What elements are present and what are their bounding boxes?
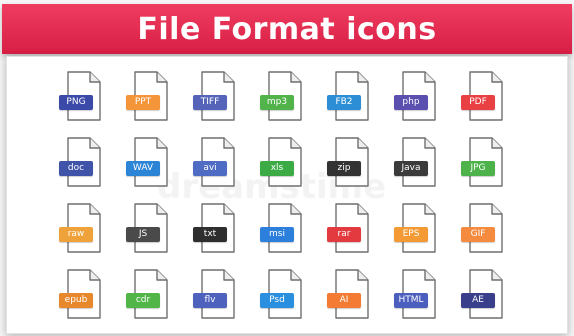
file-extension-label: WAV — [126, 161, 160, 176]
file-icon-jpg: JPG — [461, 137, 511, 189]
file-extension-label: msi — [260, 227, 294, 242]
file-icon-java: Java — [394, 137, 444, 189]
file-extension-label: AE — [461, 293, 495, 308]
file-extension-label: HTML — [394, 293, 428, 308]
file-icon-psd: Psd — [260, 269, 310, 321]
file-extension-label: zip — [327, 161, 361, 176]
file-extension-label: JS — [126, 227, 160, 242]
file-icon-tiff: TIFF — [193, 71, 243, 123]
file-extension-label: JPG — [461, 161, 495, 176]
icons-panel: dreamstime PNG PPT TIFF mp3 FB2 php PDF doc WAV a… — [6, 56, 568, 334]
title-banner: File Format icons — [2, 4, 572, 54]
file-extension-label: php — [394, 95, 428, 110]
file-icon-gif: GIF — [461, 203, 511, 255]
file-extension-label: doc — [59, 161, 93, 176]
file-icon-js: JS — [126, 203, 176, 255]
file-extension-label: FB2 — [327, 95, 361, 110]
file-icon-eps: EPS — [394, 203, 444, 255]
file-icon-xls: xls — [260, 137, 310, 189]
file-icon-epub: epub — [59, 269, 109, 321]
file-extension-label: TIFF — [193, 95, 227, 110]
file-extension-label: mp3 — [260, 95, 294, 110]
file-icon-php: php — [394, 71, 444, 123]
file-icon-fb2: FB2 — [327, 71, 377, 123]
file-extension-label: txt — [193, 227, 227, 242]
file-extension-label: flv — [193, 293, 227, 308]
file-extension-label: EPS — [394, 227, 428, 242]
file-extension-label: PPT — [126, 95, 160, 110]
file-icon-mp3: mp3 — [260, 71, 310, 123]
file-icon-wav: WAV — [126, 137, 176, 189]
file-icon-ppt: PPT — [126, 71, 176, 123]
image-frame: File Format icons dreamstime PNG PPT TIFF m… — [0, 0, 574, 336]
file-extension-label: cdr — [126, 293, 160, 308]
file-extension-label: rar — [327, 227, 361, 242]
file-extension-label: avi — [193, 161, 227, 176]
file-extension-label: PNG — [59, 95, 93, 110]
file-icon-flv: flv — [193, 269, 243, 321]
file-extension-label: AI — [327, 293, 361, 308]
file-icon-doc: doc — [59, 137, 109, 189]
file-icon-cdr: cdr — [126, 269, 176, 321]
file-icon-png: PNG — [59, 71, 109, 123]
file-extension-label: epub — [59, 293, 93, 308]
file-icon-msi: msi — [260, 203, 310, 255]
file-icon-raw: raw — [59, 203, 109, 255]
file-icon-ai: AI — [327, 269, 377, 321]
banner-title: File Format icons — [137, 11, 437, 47]
file-icon-avi: avi — [193, 137, 243, 189]
file-icon-grid: PNG PPT TIFF mp3 FB2 php PDF doc WAV avi xls zip Jav… — [59, 71, 529, 321]
file-extension-label: PDF — [461, 95, 495, 110]
file-extension-label: Java — [394, 161, 428, 176]
file-icon-txt: txt — [193, 203, 243, 255]
file-extension-label: Psd — [260, 293, 294, 308]
file-icon-pdf: PDF — [461, 71, 511, 123]
file-icon-zip: zip — [327, 137, 377, 189]
file-icon-html: HTML — [394, 269, 444, 321]
file-extension-label: GIF — [461, 227, 495, 242]
file-icon-rar: rar — [327, 203, 377, 255]
file-extension-label: xls — [260, 161, 294, 176]
file-icon-ae: AE — [461, 269, 511, 321]
file-extension-label: raw — [59, 227, 93, 242]
